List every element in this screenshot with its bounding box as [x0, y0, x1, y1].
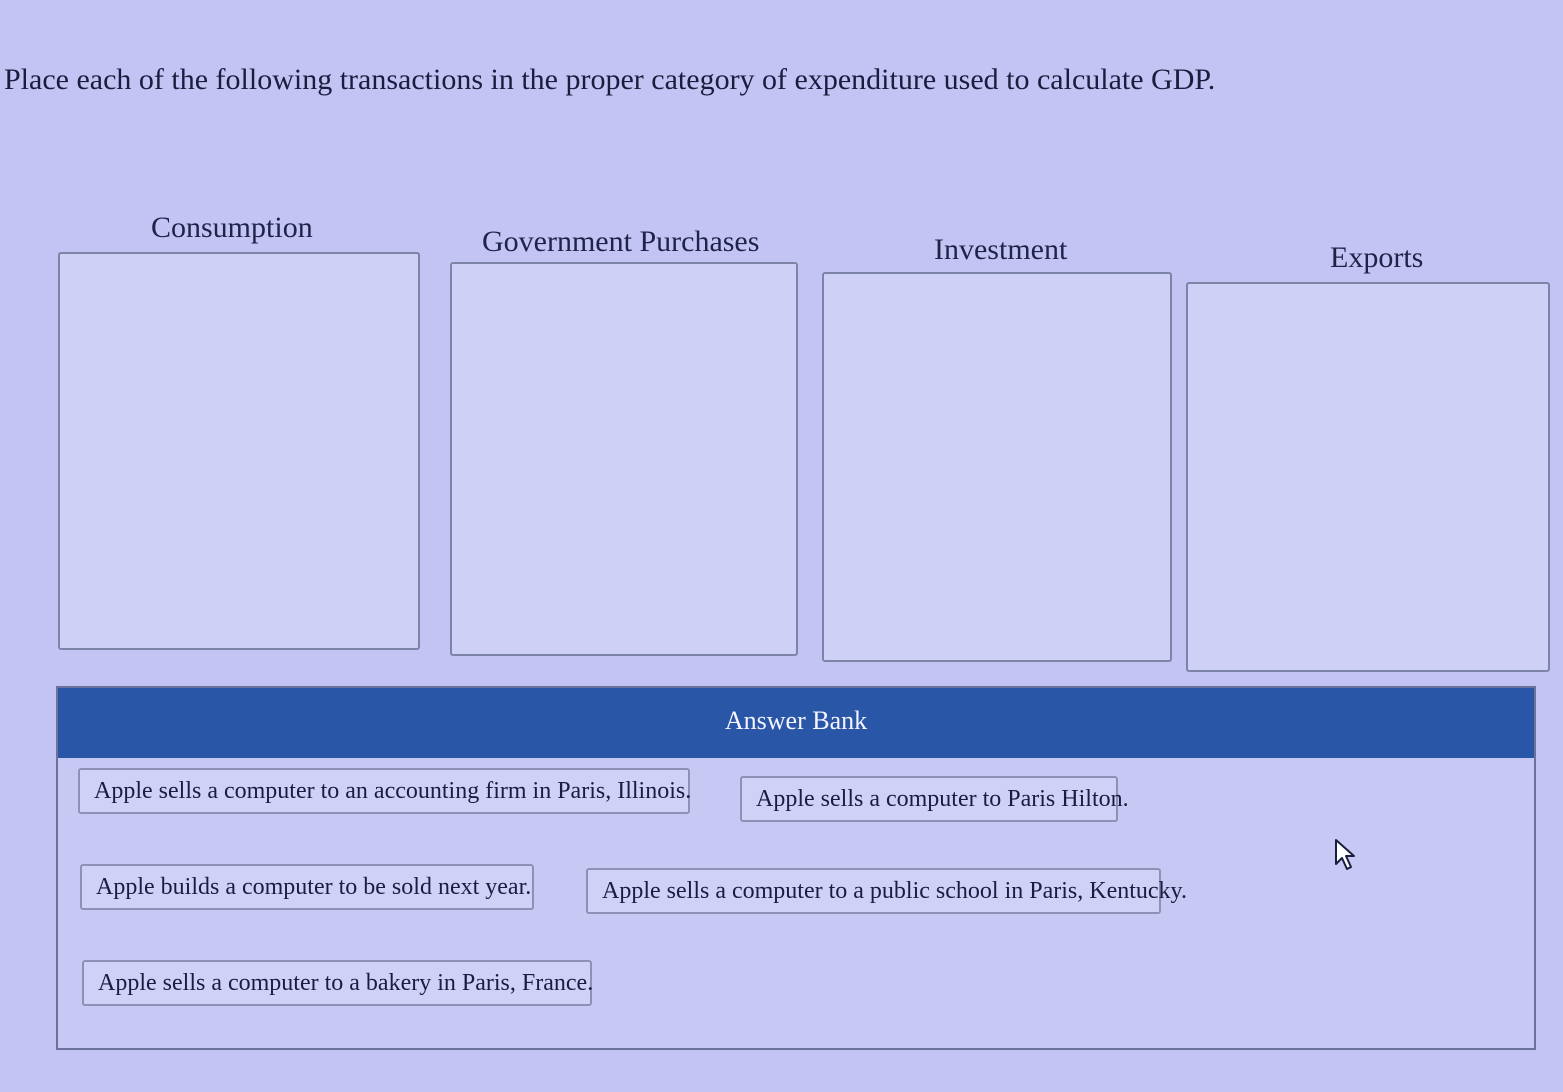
answer-chip-sold-next-year[interactable]: Apple builds a computer to be sold next … — [80, 864, 534, 910]
answer-chip-accounting-firm[interactable]: Apple sells a computer to an accounting … — [78, 768, 691, 814]
category-label-consumption: Consumption — [151, 211, 313, 244]
category-label-investment: Investment — [934, 233, 1068, 266]
drop-zone-exports[interactable] — [1186, 282, 1550, 672]
answer-bank-title: Answer Bank — [724, 706, 868, 735]
drop-zone-investment[interactable] — [822, 272, 1172, 662]
answer-bank-header: Answer Bank — [58, 688, 1534, 758]
answer-chip-bakery[interactable]: Apple sells a computer to a bakery in Pa… — [82, 960, 593, 1006]
drop-zone-consumption[interactable] — [58, 252, 420, 650]
category-label-government-purchases: Government Purchases — [482, 225, 760, 258]
mouse-pointer-icon — [1335, 839, 1355, 870]
answer-chip-public-school[interactable]: Apple sells a computer to a public schoo… — [586, 868, 1187, 914]
category-label-exports: Exports — [1330, 241, 1424, 274]
question-prompt: Place each of the following transactions… — [4, 63, 1216, 96]
drop-zone-government-purchases[interactable] — [450, 262, 798, 656]
answer-chip-paris-hilton[interactable]: Apple sells a computer to Paris Hilton. — [740, 776, 1129, 822]
